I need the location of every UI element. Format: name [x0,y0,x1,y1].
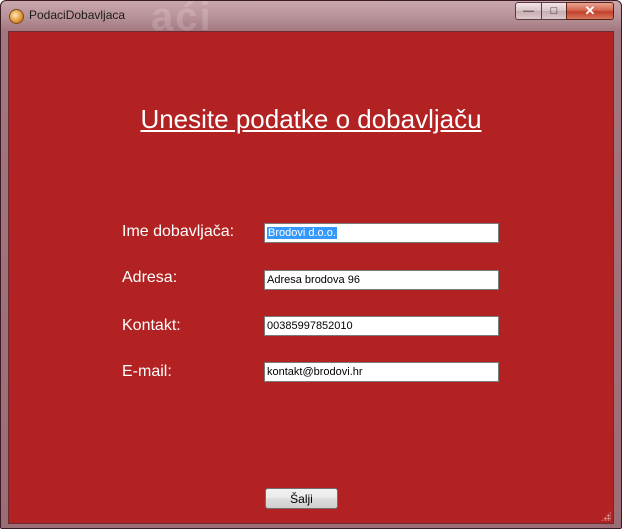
form-heading: Unesite podatke o dobavljaču [140,104,482,134]
form-panel: Unesite podatke o dobavljaču Ime dobavlj… [8,31,614,524]
contact-input[interactable]: 00385997852010 [264,316,499,336]
address-input[interactable]: Adresa brodova 96 [264,270,499,290]
close-icon: ✕ [584,3,596,18]
contact-label: Kontakt: [122,317,181,334]
minimize-icon: — [523,5,534,17]
close-button[interactable]: ✕ [566,2,614,20]
supplier-name-input[interactable]: Brodovi d.o.o. [264,223,499,243]
title-bar[interactable]: aći PodaciDobavljaca — □ ✕ [1,1,621,39]
app-window: aći PodaciDobavljaca — □ ✕ Unesite podat… [0,0,622,529]
minimize-button[interactable]: — [515,2,542,20]
resize-grip-icon[interactable] [601,511,611,521]
maximize-icon: □ [550,5,558,17]
address-label: Adresa: [122,269,178,286]
window-title: PodaciDobavljaca [29,8,126,22]
submit-button[interactable]: Šalji [265,488,338,509]
supplier-name-label: Ime dobavljača: [122,223,235,240]
maximize-button[interactable]: □ [541,2,567,20]
email-label: E-mail: [122,363,172,380]
email-input[interactable]: kontakt@brodovi.hr [264,362,499,382]
supplier-name-value: Brodovi d.o.o. [267,227,337,239]
app-icon[interactable] [9,9,24,24]
